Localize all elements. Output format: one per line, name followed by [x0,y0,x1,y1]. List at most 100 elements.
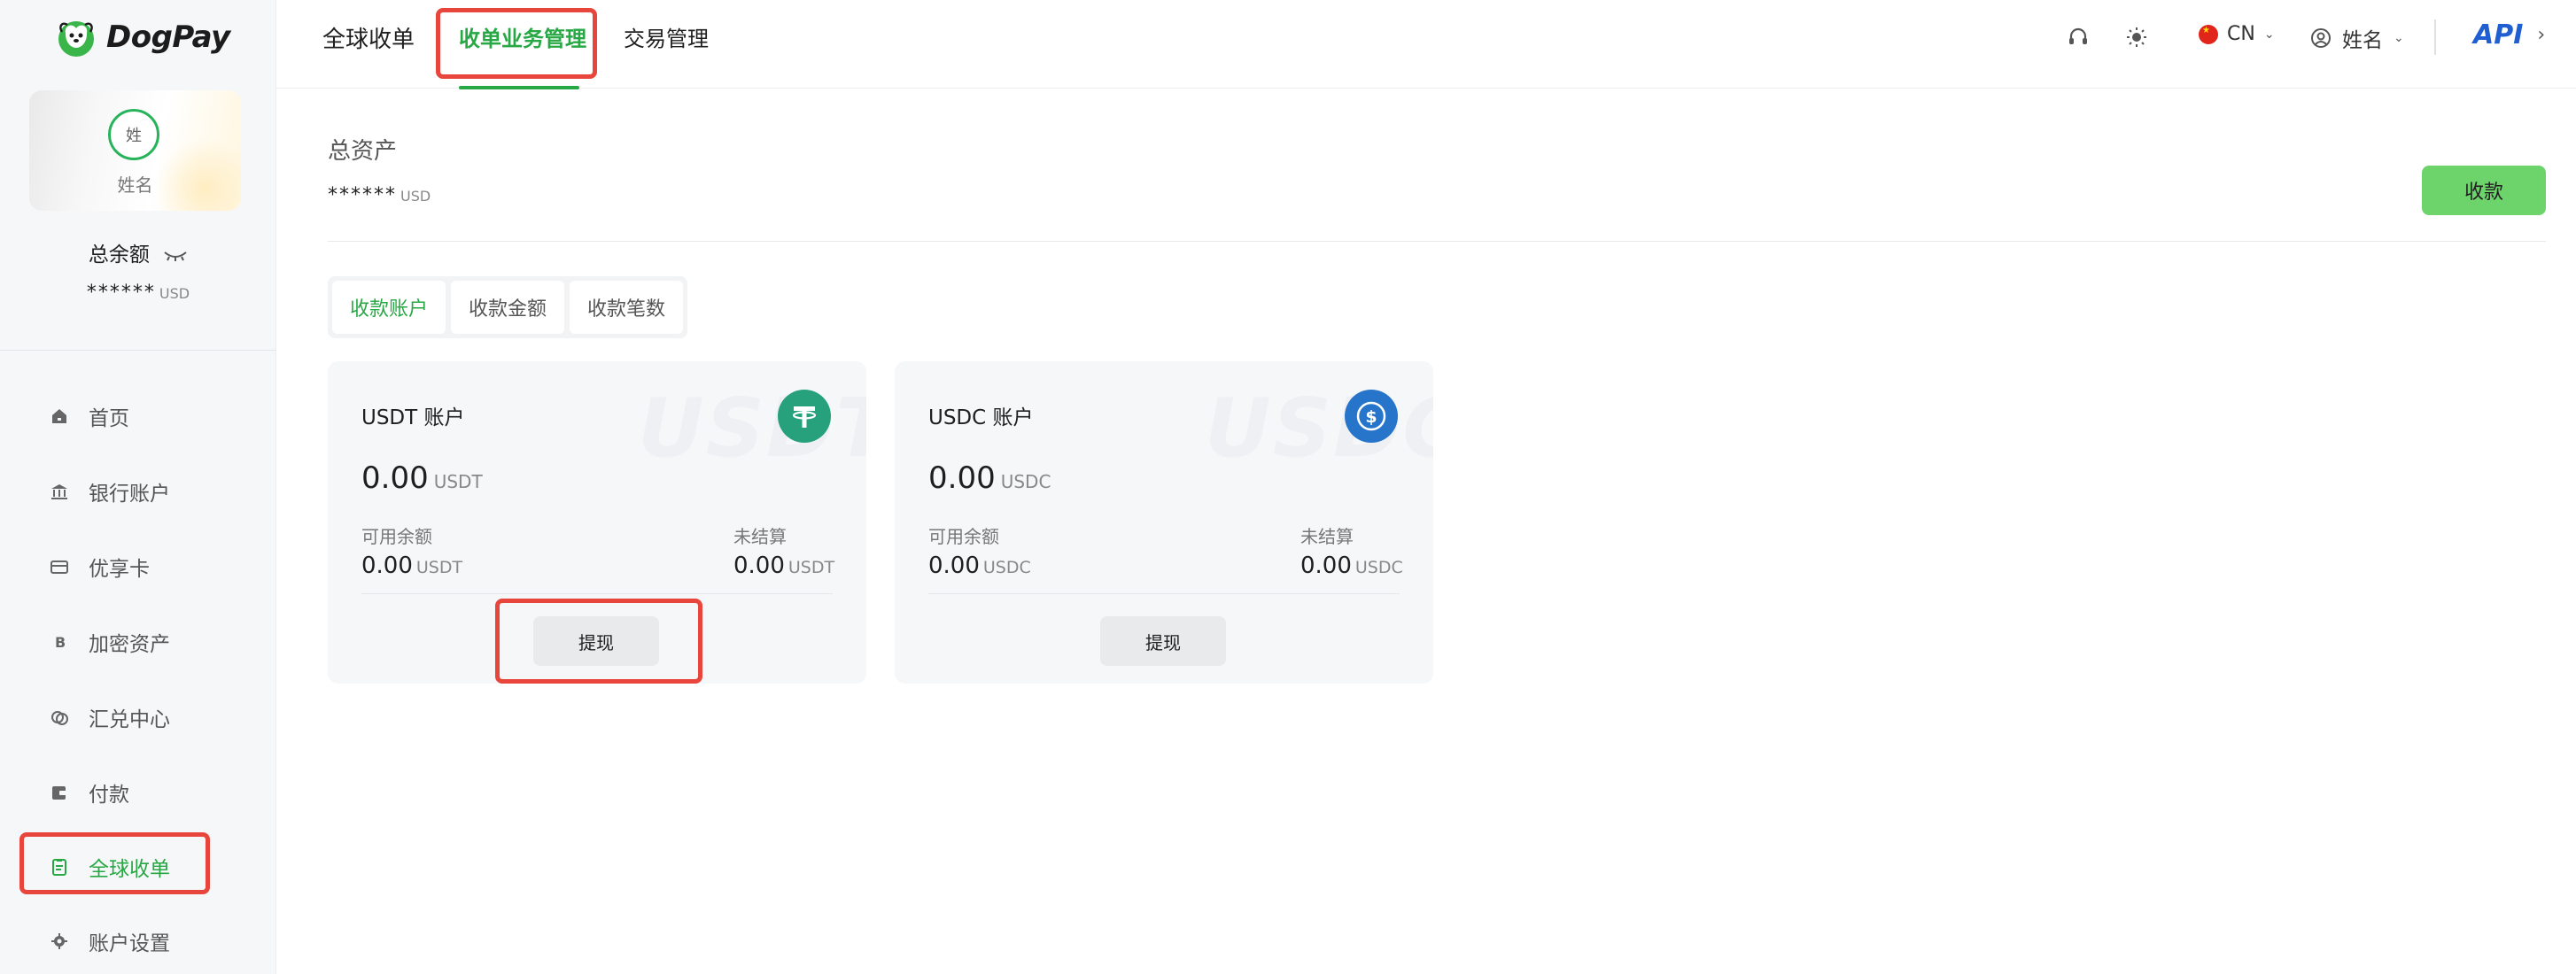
available-balance-amount: 0.00 [361,553,413,579]
total-assets-unit: USD [400,188,431,205]
main-divider [328,241,2546,242]
gear-icon [50,931,69,951]
eye-closed-icon[interactable] [163,244,188,267]
user-name: 姓名 [2342,29,2383,52]
bitcoin-icon: B [50,632,69,652]
unsettled-value: 0.00 USDC [1300,553,1403,579]
sidebar-item-label: 汇兑中心 [89,708,170,731]
svg-text:B: B [55,634,66,651]
collect-button[interactable]: 收款 [2422,166,2546,215]
unsettled-amount: 0.00 [733,553,785,579]
unsettled-label: 未结算 [1300,526,1354,547]
available-balance-unit: USDC [982,558,1031,577]
card-divider [361,593,833,594]
sidebar-divider [0,350,276,351]
unsettled-label: 未结算 [733,526,787,547]
headset-icon[interactable] [276,25,301,50]
card-icon [50,557,69,576]
sidebar-item-settings[interactable]: 账户设置 [50,924,170,959]
card-amount-unit: USDT [433,471,483,492]
highlight-acquiring-management [436,8,597,79]
language-code: CN [2227,23,2255,45]
chevron-down-icon: ⌄ [2394,31,2404,45]
highlight-global-acquiring [19,832,210,894]
available-balance-amount: 0.00 [928,553,980,579]
segment-receiving-accounts[interactable]: 收款账户 [332,281,446,334]
tether-icon [778,390,831,443]
card-amount: 0.00 USDC [928,460,1051,496]
available-balance-value: 0.00 USDT [361,553,462,579]
chevron-right-icon: › [2537,24,2546,46]
usdc-icon: $ [1345,390,1398,443]
card-divider [928,593,1400,594]
withdraw-button[interactable]: 提现 [1100,616,1226,666]
available-balance-value: 0.00 USDC [928,553,1031,579]
total-balance-value: ****** USD [0,282,276,304]
card-title: USDC 账户 [928,406,1034,429]
sidebar-item-home[interactable]: 首页 [50,398,129,434]
total-assets-masked: ****** [328,184,397,206]
total-assets-value: ****** USD [328,184,431,206]
svg-text:$: $ [1365,407,1377,427]
headset-icon[interactable] [2066,25,2091,50]
sidebar-item-label: 银行账户 [89,483,170,506]
app-root: DogPay 姓 姓名 总余额 ****** USD 首页 银行账户 优享卡 B… [0,0,2576,974]
card-watermark: USDT [638,381,866,475]
total-balance-unit: USD [159,285,190,302]
tab-global-acquiring[interactable]: 全球收单 [322,21,415,54]
unsettled-amount: 0.00 [1300,553,1352,579]
bank-icon [50,482,69,501]
sidebar: DogPay 姓 姓名 总余额 ****** USD 首页 银行账户 优享卡 B… [0,0,276,974]
top-header: 全球收单 收单业务管理 交易管理 CN ⌄ 姓名 ⌄ API › [276,0,2576,89]
sidebar-item-label: 付款 [89,784,129,807]
sidebar-item-exchange[interactable]: 汇兑中心 [50,700,170,735]
total-balance-row: 总余额 [0,237,276,267]
unsettled-unit: USDT [788,558,835,577]
sidebar-item-card[interactable]: 优享卡 [50,549,150,584]
available-balance-label: 可用余额 [361,526,432,547]
profile-name: 姓名 [117,174,153,196]
china-flag-icon [2199,24,2218,44]
wallet-icon [50,783,69,802]
card-watermark: USDC [1205,381,1433,475]
card-amount-value: 0.00 [928,460,996,496]
highlight-withdraw-button [495,599,702,684]
total-balance-masked: ****** [86,282,156,304]
header-divider [2434,19,2436,55]
sidebar-item-label: 首页 [89,407,129,430]
chevron-down-icon: ⌄ [2263,27,2275,42]
tab-transaction-management[interactable]: 交易管理 [624,21,709,52]
avatar[interactable]: 姓 [108,109,159,160]
theme-sun-icon[interactable] [2124,25,2149,50]
card-amount: 0.00 USDT [361,460,483,496]
sidebar-item-crypto[interactable]: B 加密资产 [50,624,170,660]
exchange-icon [50,707,69,727]
sidebar-item-label: 加密资产 [89,633,170,656]
unsettled-value: 0.00 USDT [733,553,834,579]
sidebar-item-bank-account[interactable]: 银行账户 [50,474,170,509]
brand-name: DogPay [106,19,230,55]
available-balance-unit: USDT [415,558,463,577]
sidebar-item-payment[interactable]: 付款 [50,775,129,810]
total-balance-label: 总余额 [88,244,150,267]
main-content: 总资产 ******USD 收款 收款账户 收款金额 收款笔数 USDT USD… [276,89,2576,974]
unsettled-unit: USDC [1354,558,1403,577]
user-circle-icon [2311,28,2331,48]
card-title: USDT 账户 [361,406,465,429]
available-balance-label: 可用余额 [928,526,999,547]
api-label: API [2473,19,2524,50]
total-assets-label: 总资产 [328,138,398,165]
segment-receiving-amount[interactable]: 收款金额 [451,281,565,334]
profile-card[interactable]: 姓 姓名 [29,90,241,211]
language-selector[interactable]: CN ⌄ [2199,23,2275,45]
segment-control: 收款账户 收款金额 收款笔数 [328,276,688,338]
card-amount-value: 0.00 [361,460,429,496]
sidebar-item-label: 账户设置 [89,932,170,955]
api-link[interactable]: API › [2473,19,2545,50]
sidebar-item-label: 优享卡 [89,558,150,581]
user-menu[interactable]: 姓名 ⌄ [2310,23,2404,53]
segment-receiving-count[interactable]: 收款笔数 [570,281,684,334]
dog-logo-icon [58,21,94,57]
brand-logo[interactable]: DogPay [53,14,230,60]
card-amount-unit: USDC [1000,471,1051,492]
